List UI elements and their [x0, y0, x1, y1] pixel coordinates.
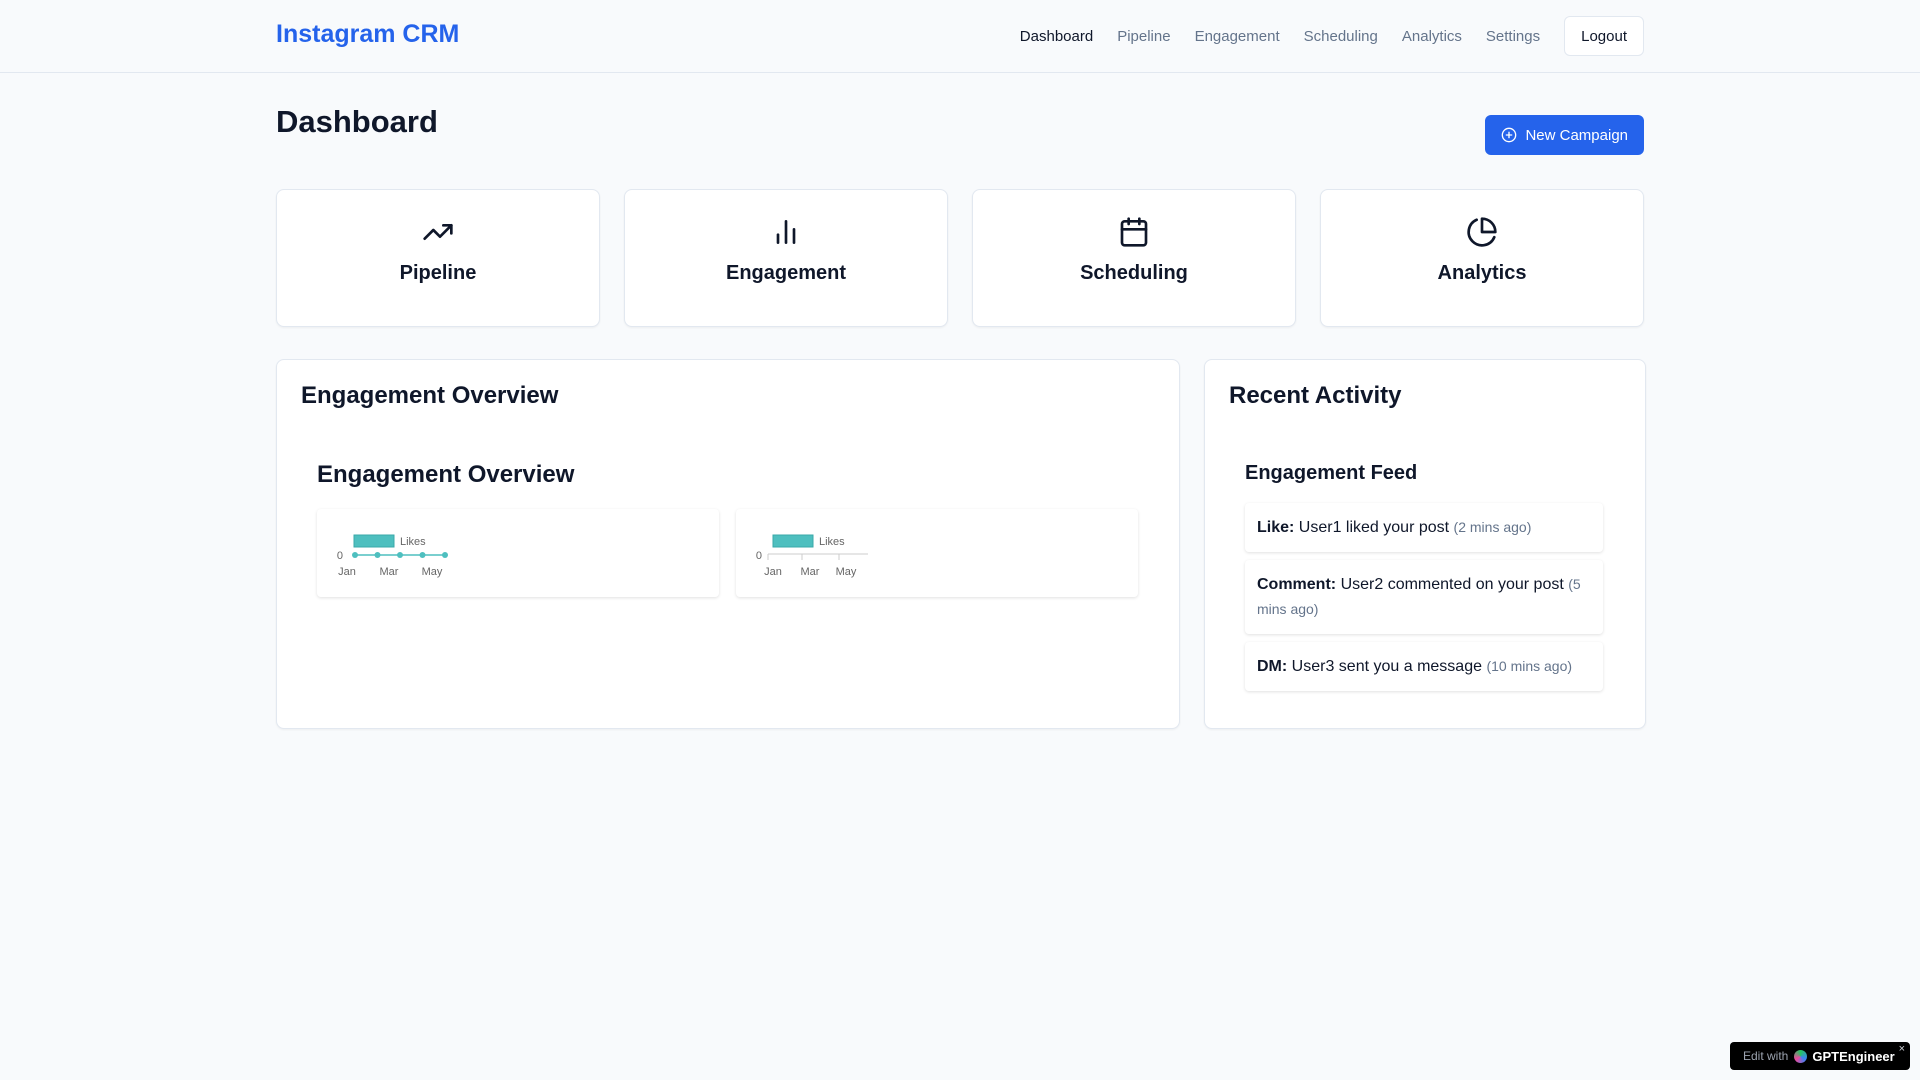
x-tick-label: May: [836, 566, 857, 578]
chart-section-title: Engagement Overview: [317, 461, 575, 488]
nav-pipeline[interactable]: Pipeline: [1117, 28, 1170, 45]
x-tick-label: Mar: [380, 566, 399, 578]
y-tick-label: 0: [337, 550, 343, 562]
bar-chart-icon: [776, 220, 796, 244]
main-nav: Dashboard Pipeline Engagement Scheduling…: [1020, 16, 1644, 56]
nav-analytics[interactable]: Analytics: [1402, 28, 1462, 45]
panel-title: Recent Activity: [1229, 382, 1402, 409]
legend-swatch: [353, 534, 395, 548]
card-label: Engagement: [725, 262, 847, 284]
calendar-icon: [1120, 217, 1148, 247]
gptengineer-logo-icon: [1794, 1049, 1808, 1063]
panel-title: Engagement Overview: [301, 382, 559, 409]
data-point: [374, 552, 381, 558]
card-engagement[interactable]: Engagement: [624, 189, 948, 327]
feed-item-kind: Comment:: [1257, 576, 1337, 593]
card-pipeline[interactable]: Pipeline: [276, 189, 600, 327]
likes-line-chart: Likes 0 Jan Mar May: [337, 534, 448, 578]
legend-label: Likes: [400, 536, 426, 548]
top-header: Instagram CRM Dashboard Pipeline Engagem…: [0, 0, 1920, 73]
engagement-overview-panel: Engagement Overview Engagement Overview …: [276, 359, 1180, 729]
likes-bar-chart: Likes 0Jan Mar May: [756, 534, 868, 578]
badge-brand: GPTEngineer: [1812, 1048, 1895, 1064]
y-tick-label: 0: [756, 550, 762, 562]
feed-item-kind: DM:: [1257, 658, 1288, 675]
page-title: Dashboard: [276, 104, 438, 139]
legend-swatch: [772, 534, 814, 548]
nav-dashboard[interactable]: Dashboard: [1020, 28, 1093, 45]
data-point: [419, 552, 426, 558]
data-point: [442, 552, 448, 558]
new-campaign-button[interactable]: New Campaign: [1485, 115, 1644, 155]
x-tick-label: Jan: [338, 566, 356, 578]
feed-item-kind: Like:: [1257, 519, 1295, 536]
new-campaign-label: New Campaign: [1525, 126, 1628, 144]
feature-cards: Pipeline Engagement Scheduling Analytics: [276, 189, 1644, 327]
brand-logo[interactable]: Instagram CRM: [276, 20, 459, 49]
card-scheduling[interactable]: Scheduling: [972, 189, 1296, 327]
edit-with-badge[interactable]: Edit with GPTEngineer ×: [1730, 1042, 1910, 1070]
pie-chart-icon: [1467, 217, 1497, 247]
data-point: [397, 552, 403, 558]
feed-item: Comment: User2 commented on your post (5…: [1245, 560, 1603, 634]
feed-item: DM: User3 sent you a message (10 mins ag…: [1245, 642, 1603, 691]
legend-label: Likes: [819, 536, 845, 548]
feed-item-time: (10 mins ago): [1486, 658, 1573, 674]
nav-engagement[interactable]: Engagement: [1195, 28, 1280, 45]
card-analytics[interactable]: Analytics: [1320, 189, 1644, 327]
x-tick-label: May: [422, 566, 443, 578]
feed-item-text: User2 commented on your post: [1340, 576, 1564, 593]
nav-settings[interactable]: Settings: [1486, 28, 1540, 45]
card-label: Analytics: [1437, 262, 1527, 284]
line-chart-card: Likes 0 Jan Mar May: [317, 509, 719, 597]
logout-button[interactable]: Logout: [1564, 16, 1644, 56]
card-label: Pipeline: [399, 262, 477, 284]
feed-item: Like: User1 liked your post (2 mins ago): [1245, 503, 1603, 552]
recent-activity-panel: Recent Activity Engagement Feed Like: Us…: [1204, 359, 1646, 729]
bar-chart-card: Likes 0 Jan Mar May: [736, 509, 1138, 597]
x-tick-label: Jan: [764, 566, 782, 578]
feed-title: Engagement Feed: [1245, 462, 1418, 484]
card-label: Scheduling: [1080, 262, 1188, 284]
data-point: [352, 552, 358, 558]
badge-edit-label: Edit with: [1743, 1049, 1789, 1063]
x-tick-label: Mar: [801, 566, 820, 578]
trending-up-icon: [423, 224, 453, 240]
feed-item-time: (2 mins ago): [1453, 519, 1532, 535]
feed-item-text: User1 liked your post: [1298, 519, 1450, 536]
feed-item-text: User3 sent you a message: [1291, 658, 1482, 675]
close-icon[interactable]: ×: [1899, 1043, 1905, 1055]
plus-circle-icon: [1502, 127, 1517, 143]
nav-scheduling[interactable]: Scheduling: [1304, 28, 1378, 45]
engagement-feed: Like: User1 liked your post (2 mins ago)…: [1245, 503, 1603, 691]
